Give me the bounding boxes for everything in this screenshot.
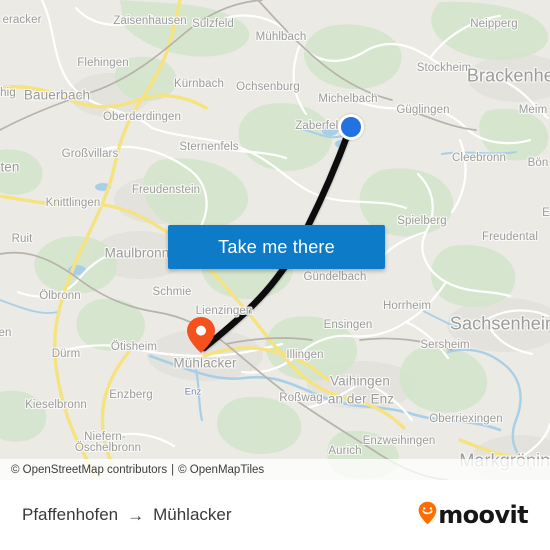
arrow-right-icon: → — [127, 505, 145, 525]
attribution-separator: | — [171, 463, 175, 476]
attribution-osm-link[interactable]: © OpenStreetMap contributors — [11, 464, 167, 476]
route-origin-label: Pfaffenhofen — [22, 505, 119, 524]
map-attribution-bar: © OpenStreetMap contributors | © OpenMap… — [0, 459, 550, 480]
origin-map-marker-icon[interactable] — [338, 114, 364, 140]
route-summary: Pfaffenhofen → Mühlacker — [22, 505, 232, 525]
moovit-logo[interactable]: moovit — [418, 501, 529, 530]
footer-bar: Pfaffenhofen → Mühlacker moovit — [0, 480, 550, 550]
destination-map-pin-icon[interactable] — [186, 316, 216, 354]
moovit-route-map-screenshot: eracker Zaisenhausen Sulzfeld Mühlbach Neipp… — [0, 0, 550, 550]
attribution-openmaptiles-link[interactable]: © OpenMapTiles — [178, 464, 264, 476]
take-me-there-button[interactable]: Take me there — [168, 225, 385, 269]
route-destination-label: Mühlacker — [153, 505, 232, 524]
moovit-pin-smile-icon — [418, 501, 437, 530]
moovit-wordmark: moovit — [438, 501, 528, 529]
map-viewport[interactable]: eracker Zaisenhausen Sulzfeld Mühlbach Neipp… — [0, 0, 550, 480]
